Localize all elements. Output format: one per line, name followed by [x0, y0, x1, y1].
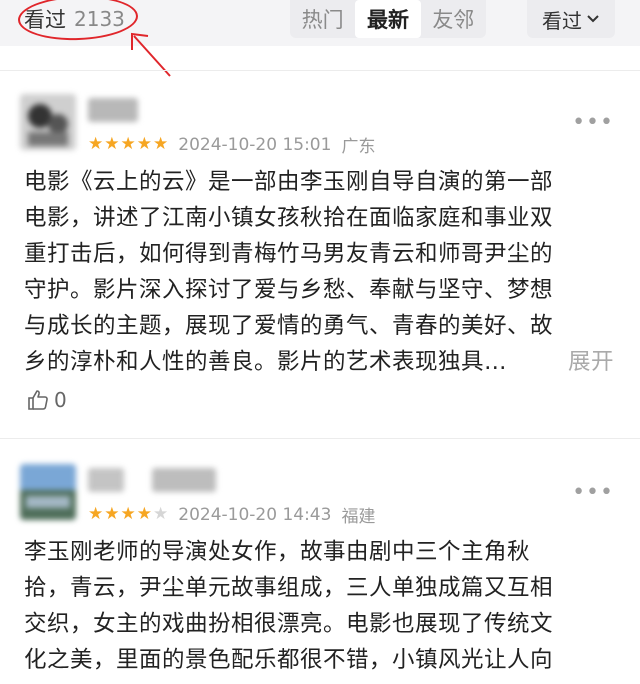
- review-line: 乡的淳朴和人性的善良。影片的艺术表现独具…: [24, 349, 508, 375]
- review-line: 电影，讲述了江南小镇女孩秋拾在面临家庭和事业双: [24, 205, 554, 231]
- review-meta: ★ ★ ★ ★ ★ 2024-10-20 15:01 广东: [88, 132, 376, 158]
- review-line: 拾，青云，尹尘单元故事组成，三人单独成篇又互相: [24, 575, 554, 601]
- review-location: 广东: [341, 137, 376, 157]
- review-line: 与成长的主题，展现了爱情的勇气、青春的美好、故: [24, 313, 554, 339]
- star-empty-icon: ★: [153, 504, 169, 524]
- rating-stars: ★ ★ ★ ★ ★: [88, 506, 168, 523]
- review-line: 李玉刚老师的导演处女作，故事由剧中三个主角秋: [24, 539, 531, 565]
- star-icon: ★: [136, 134, 152, 154]
- annotation-arrow: [131, 32, 171, 77]
- rating-stars: ★ ★ ★ ★ ★: [88, 136, 168, 153]
- header-divider: [0, 70, 640, 71]
- username[interactable]: [88, 468, 124, 492]
- review-line: 重打击后，如何得到青梅竹马男友青云和师哥尹尘的: [24, 241, 554, 267]
- like-button[interactable]: 0: [26, 388, 67, 412]
- star-icon: ★: [88, 504, 104, 524]
- watched-label: 看过: [24, 8, 66, 32]
- review-datetime: 2024-10-20 15:01: [178, 134, 332, 155]
- review-line: 化之美，里面的景色配乐都很不错，小镇风光让人向: [24, 647, 554, 673]
- like-count: 0: [54, 388, 67, 412]
- avatar[interactable]: [20, 94, 76, 150]
- review-content: 电影《云上的云》是一部由李玉刚自导自演的第一部 电影，讲述了江南小镇女孩秋拾在面…: [24, 164, 614, 380]
- review-divider: [0, 438, 640, 439]
- review-content: 李玉刚老师的导演处女作，故事由剧中三个主角秋 拾，青云，尹尘单元故事组成，三人单…: [24, 534, 614, 678]
- avatar[interactable]: [20, 464, 76, 520]
- tab-hot[interactable]: 热门: [290, 0, 355, 38]
- star-icon: ★: [120, 134, 136, 154]
- watched-number: 2133: [74, 7, 125, 31]
- review-line-last: 展开 乡的淳朴和人性的善良。影片的艺术表现独具…: [24, 344, 614, 380]
- more-options-icon[interactable]: •••: [572, 480, 614, 505]
- thumbs-up-icon: [28, 390, 48, 410]
- star-icon: ★: [120, 504, 136, 524]
- star-icon: ★: [153, 134, 169, 154]
- star-icon: ★: [88, 134, 104, 154]
- review-item: ★ ★ ★ ★ ★ 2024-10-20 15:01 广东 ••• 电影《云上的…: [0, 90, 640, 428]
- star-icon: ★: [136, 504, 152, 524]
- sort-tabs: 热门 最新 友邻: [290, 0, 486, 38]
- star-icon: ★: [104, 504, 120, 524]
- review-datetime: 2024-10-20 14:43: [178, 504, 332, 525]
- user-badge: [152, 468, 216, 492]
- filter-label: 看过: [542, 8, 582, 33]
- review-line: 守护。影片深入探讨了爱与乡愁、奉献与坚守、梦想: [24, 277, 554, 303]
- tab-friends[interactable]: 友邻: [421, 0, 486, 38]
- star-icon: ★: [104, 134, 120, 154]
- review-location: 福建: [341, 507, 376, 527]
- tab-latest[interactable]: 最新: [355, 0, 421, 38]
- filter-dropdown[interactable]: 看过: [527, 0, 615, 38]
- review-line: 交织，女主的戏曲扮相很漂亮。电影也展现了传统文: [24, 611, 554, 637]
- chevron-down-icon: [587, 15, 599, 23]
- more-options-icon[interactable]: •••: [572, 110, 614, 135]
- top-bar: 看过 2133 热门 最新 友邻 看过: [0, 0, 640, 77]
- watched-count[interactable]: 看过 2133: [24, 4, 125, 34]
- username[interactable]: [88, 98, 138, 122]
- review-meta: ★ ★ ★ ★ ★ 2024-10-20 14:43 福建: [88, 502, 376, 528]
- review-line: 电影《云上的云》是一部由李玉刚自导自演的第一部: [24, 169, 554, 195]
- review-item: ★ ★ ★ ★ ★ 2024-10-20 14:43 福建 ••• 李玉刚老师的…: [0, 460, 640, 684]
- expand-link[interactable]: 展开: [568, 344, 614, 380]
